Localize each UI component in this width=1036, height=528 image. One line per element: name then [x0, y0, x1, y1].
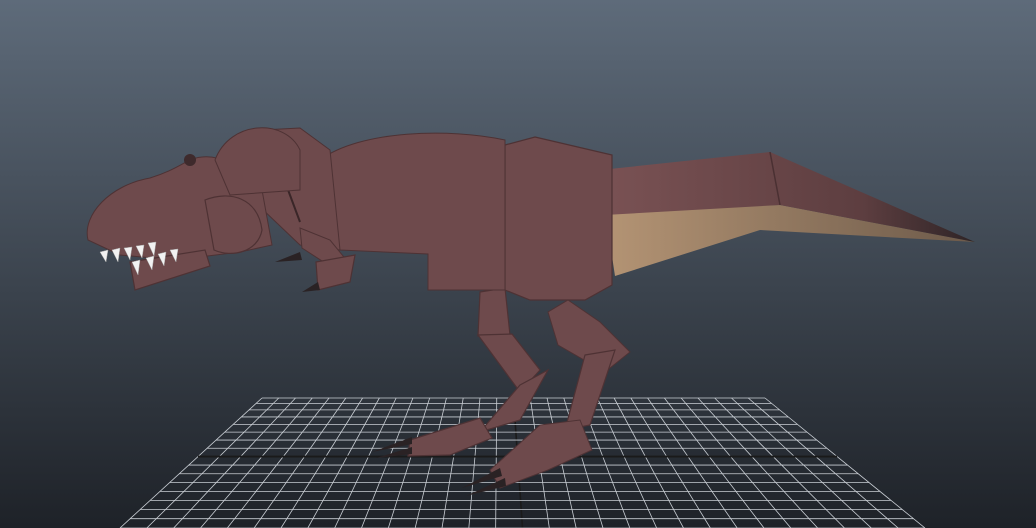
hip-block[interactable]	[504, 136, 613, 301]
viewport-canvas[interactable]	[0, 0, 1036, 528]
3d-viewport[interactable]	[0, 0, 1036, 528]
eye-icon	[184, 154, 196, 166]
far-thigh[interactable]	[477, 287, 511, 337]
